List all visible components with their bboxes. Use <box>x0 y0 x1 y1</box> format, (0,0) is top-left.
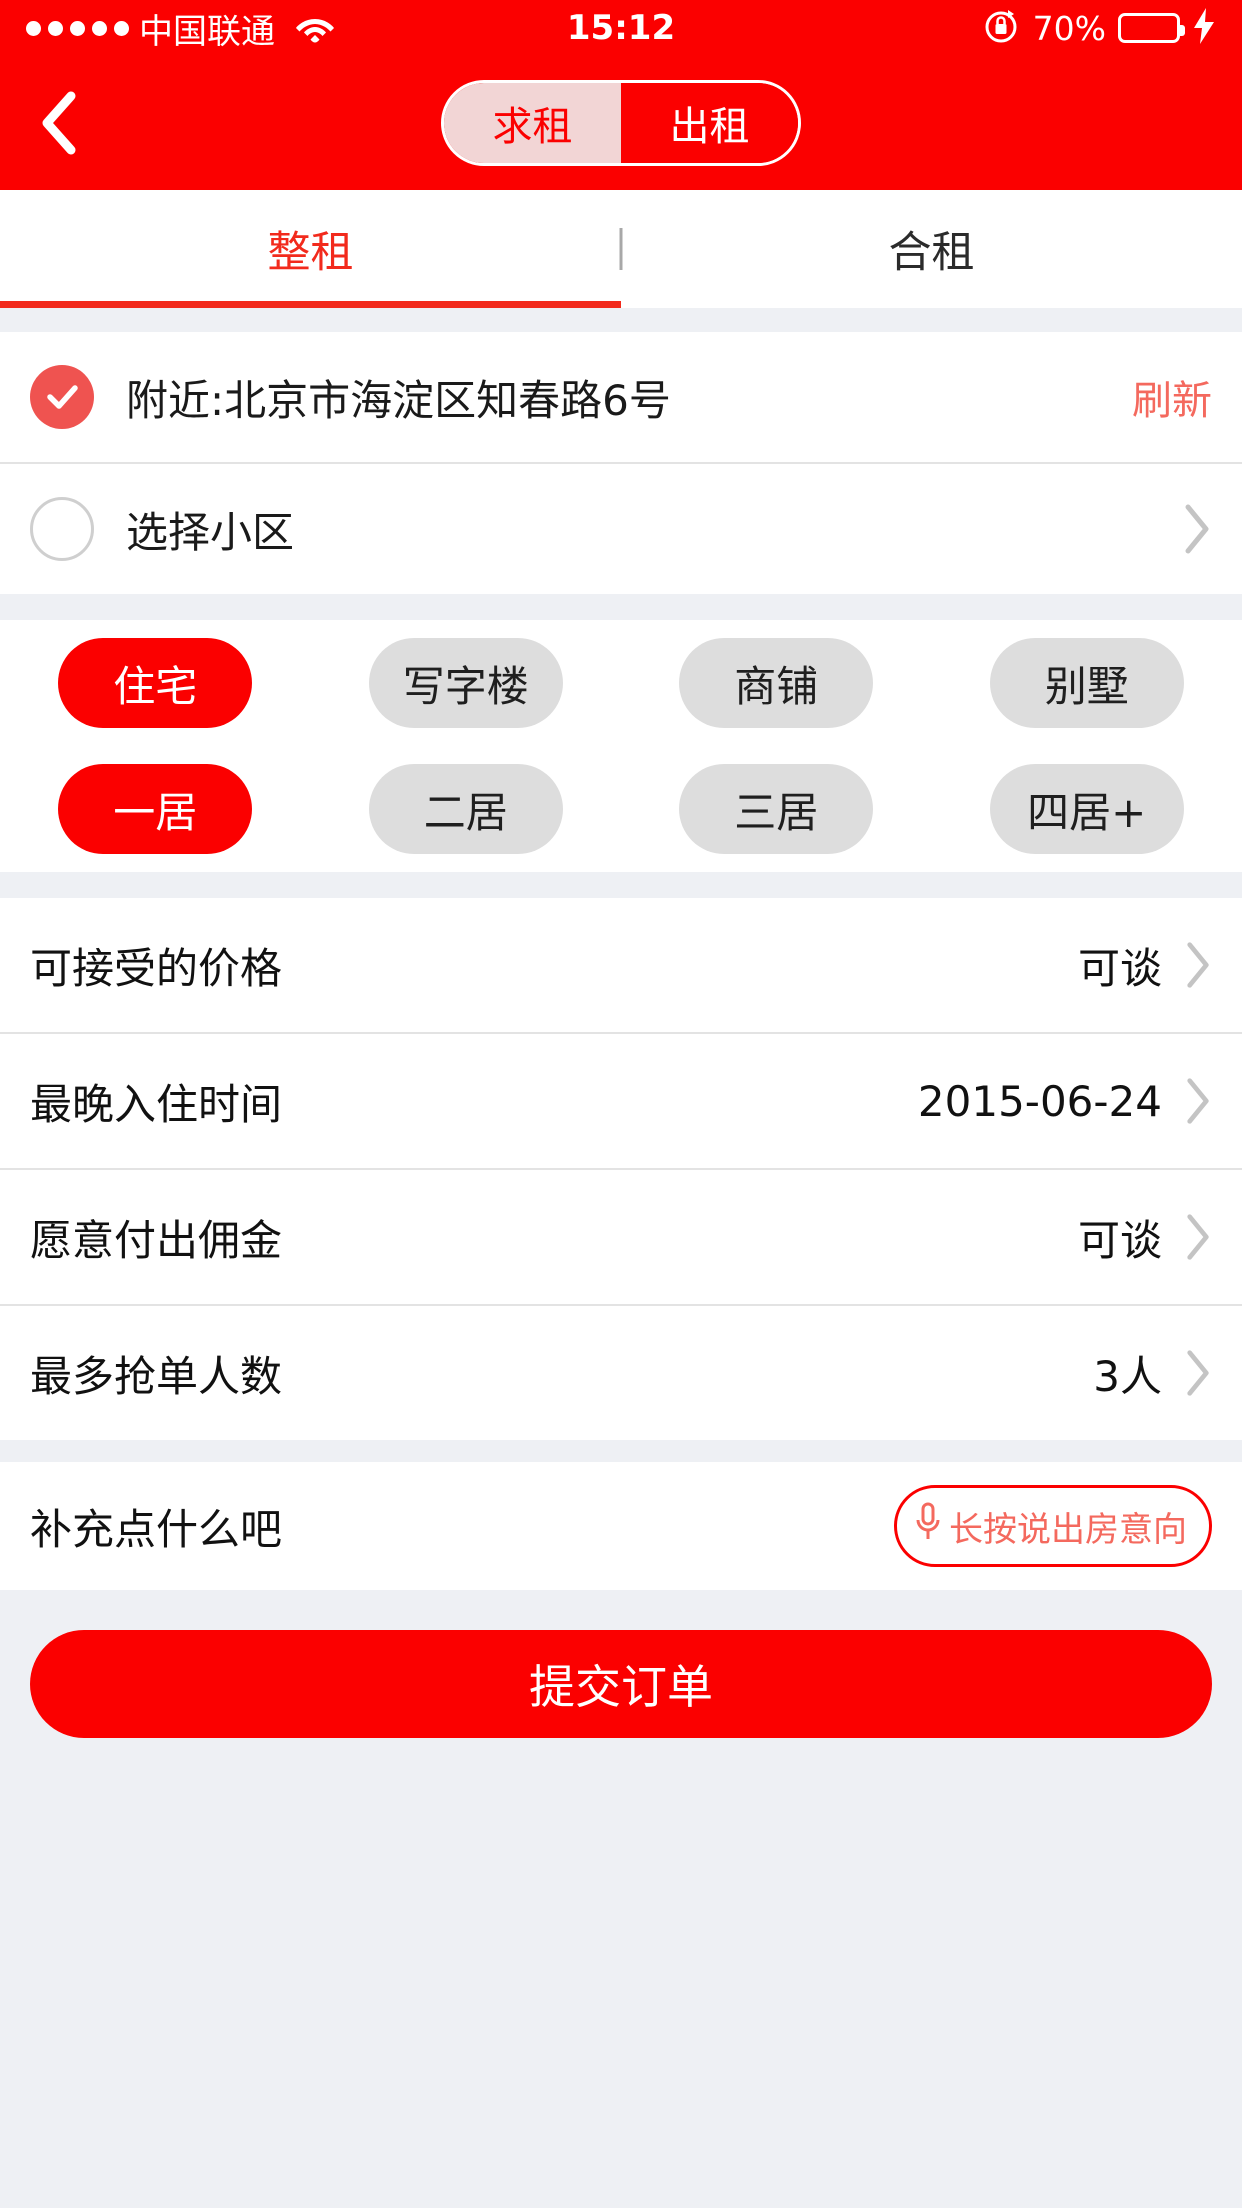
segment-offer-rent[interactable]: 出租 <box>621 83 798 163</box>
additional-note-label: 补充点什么吧 <box>30 1504 283 1554</box>
pill-three-bedroom[interactable]: 三居 <box>679 764 874 854</box>
pill-one-bedroom[interactable]: 一居 <box>58 764 253 854</box>
property-type-cell: 商铺 <box>621 638 932 728</box>
room-count-cell: 二居 <box>311 764 622 854</box>
section-gap <box>0 308 1242 332</box>
app-root: 中国联通 15:12 70% 求租 出租 整租 合租 附近:北京市海淀区知春路6… <box>0 0 1242 2208</box>
submit-area: 提交订单 <box>0 1590 1242 1738</box>
preferences-list: 可接受的价格 可谈 最晚入住时间 2015-06-24 愿意付出佣金 可谈 最多… <box>0 898 1242 1440</box>
room-count-cell: 三居 <box>621 764 932 854</box>
status-bar: 中国联通 15:12 70% <box>0 0 1242 56</box>
empty-circle-icon[interactable] <box>30 497 94 561</box>
row-label: 可接受的价格 <box>30 943 283 993</box>
pill-four-plus-bedroom[interactable]: 四居+ <box>989 764 1184 854</box>
additional-note-card: 补充点什么吧 长按说出房意向 <box>0 1462 1242 1590</box>
pill-office[interactable]: 写字楼 <box>368 638 563 728</box>
location-card: 附近:北京市海淀区知春路6号 刷新 选择小区 <box>0 332 1242 594</box>
signal-dot <box>26 20 41 36</box>
signal-dot <box>114 20 129 36</box>
nearby-location-label: 附近:北京市海淀区知春路6号 <box>126 375 671 425</box>
row-max-responders[interactable]: 最多抢单人数 3人 <box>0 1306 1242 1440</box>
signal-dot <box>48 20 63 36</box>
row-label: 最晚入住时间 <box>30 1079 283 1129</box>
wifi-icon <box>295 13 335 43</box>
row-value: 可谈 <box>1077 943 1162 993</box>
carrier-name: 中国联通 <box>139 11 275 52</box>
room-count-group: 一居 二居 三居 四居+ <box>0 746 1242 872</box>
tab-shared-rent[interactable]: 合租 <box>621 190 1242 308</box>
microphone-icon <box>913 1500 943 1553</box>
page-filler <box>0 1738 1242 2078</box>
row-value: 2015-06-24 <box>917 1076 1162 1126</box>
pill-shop[interactable]: 商铺 <box>679 638 874 728</box>
back-button[interactable] <box>0 56 120 190</box>
room-count-cell: 四居+ <box>932 764 1242 854</box>
tab-whole-rent[interactable]: 整租 <box>0 190 621 308</box>
tab-divider <box>619 228 623 270</box>
refresh-location-button[interactable]: 刷新 <box>1112 368 1212 426</box>
tab-active-underline <box>0 301 621 308</box>
signal-dot <box>70 20 85 36</box>
lightning-bolt-icon <box>1192 8 1216 48</box>
voice-input-button[interactable]: 长按说出房意向 <box>894 1485 1212 1567</box>
voice-input-label: 长按说出房意向 <box>949 1509 1187 1550</box>
row-value: 3人 <box>1093 1351 1162 1401</box>
chevron-right-icon <box>1184 1212 1212 1262</box>
check-circle-icon[interactable] <box>30 365 94 429</box>
row-label: 愿意付出佣金 <box>30 1215 283 1265</box>
signal-strength-dots <box>26 20 129 36</box>
section-gap <box>0 1440 1242 1462</box>
row-acceptable-price[interactable]: 可接受的价格 可谈 <box>0 898 1242 1032</box>
property-type-cell: 写字楼 <box>311 638 622 728</box>
pill-two-bedroom[interactable]: 二居 <box>368 764 563 854</box>
navigation-bar: 求租 出租 <box>0 56 1242 190</box>
rotation-lock-icon <box>981 6 1021 50</box>
property-type-cell: 别墅 <box>932 638 1242 728</box>
pill-residential[interactable]: 住宅 <box>58 638 253 728</box>
room-count-cell: 一居 <box>0 764 311 854</box>
status-bar-right: 70% <box>621 6 1216 50</box>
chevron-right-icon <box>1184 940 1212 990</box>
row-latest-movein-date[interactable]: 最晚入住时间 2015-06-24 <box>0 1034 1242 1168</box>
row-label: 最多抢单人数 <box>30 1351 283 1401</box>
nearby-location-row[interactable]: 附近:北京市海淀区知春路6号 刷新 <box>0 332 1242 462</box>
select-community-label: 选择小区 <box>126 507 295 557</box>
additional-note-row: 补充点什么吧 长按说出房意向 <box>0 1462 1242 1590</box>
battery-percent-label: 70% <box>1032 8 1106 48</box>
signal-dot <box>92 20 107 36</box>
row-value: 可谈 <box>1077 1215 1162 1265</box>
section-gap <box>0 594 1242 620</box>
chevron-right-icon <box>1184 1348 1212 1398</box>
submit-order-button[interactable]: 提交订单 <box>30 1630 1212 1738</box>
pill-villa[interactable]: 别墅 <box>989 638 1184 728</box>
property-type-group: 住宅 写字楼 商铺 别墅 <box>0 620 1242 746</box>
chevron-right-icon <box>1184 1076 1212 1126</box>
mode-segmented-control[interactable]: 求租 出租 <box>441 80 801 166</box>
chevron-left-icon <box>42 91 76 155</box>
section-gap <box>0 872 1242 898</box>
segment-seek-rent[interactable]: 求租 <box>444 83 621 163</box>
row-commission[interactable]: 愿意付出佣金 可谈 <box>0 1170 1242 1304</box>
rental-type-tabs: 整租 合租 <box>0 190 1242 308</box>
chevron-right-icon <box>1182 502 1212 556</box>
select-community-row[interactable]: 选择小区 <box>0 464 1242 594</box>
battery-icon <box>1118 13 1185 43</box>
property-type-cell: 住宅 <box>0 638 311 728</box>
status-bar-left: 中国联通 <box>26 4 621 53</box>
